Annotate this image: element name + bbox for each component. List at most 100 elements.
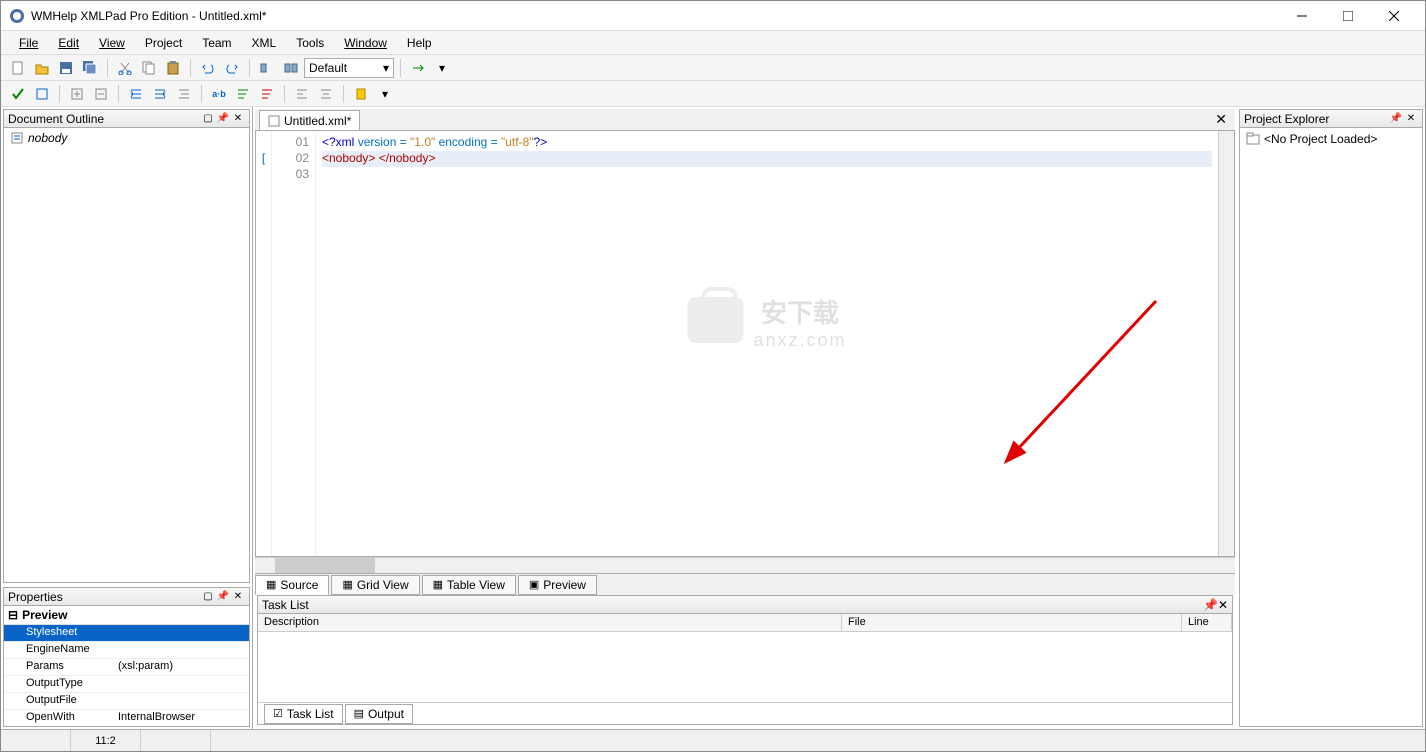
wellformed-icon[interactable]	[31, 83, 53, 105]
tasklist-close-icon[interactable]: ✕	[1218, 598, 1228, 612]
main-area: Document Outline ▢ 📌 ✕ nobody Properties…	[1, 107, 1425, 729]
open-file-icon[interactable]	[31, 57, 53, 79]
app-icon	[9, 8, 25, 24]
bottom-tab-output[interactable]: ▤ Output	[345, 704, 413, 724]
prop-params[interactable]: Params(xsl:param)	[4, 659, 249, 676]
prop-stylesheet[interactable]: Stylesheet	[4, 625, 249, 642]
bookmarks-icon[interactable]	[350, 83, 372, 105]
project-icon	[1246, 132, 1260, 146]
align-center-icon[interactable]	[315, 83, 337, 105]
col-description[interactable]: Description	[258, 614, 842, 631]
editor-tab-strip: Untitled.xml* ✕	[255, 109, 1235, 131]
col-file[interactable]: File	[842, 614, 1182, 631]
align-left-icon[interactable]	[291, 83, 313, 105]
transform-dd-icon[interactable]: ▾	[431, 57, 453, 79]
menu-file[interactable]: File	[9, 33, 48, 53]
close-button[interactable]	[1371, 1, 1417, 31]
comment-icon[interactable]	[232, 83, 254, 105]
center-column: Untitled.xml* ✕ [ 01 02 03 <?xml version…	[255, 109, 1235, 727]
schema2-icon[interactable]	[280, 57, 302, 79]
new-file-icon[interactable]	[7, 57, 29, 79]
schema-combo[interactable]: Default▾	[304, 58, 394, 78]
code-area[interactable]: <?xml version = "1.0" encoding = "utf-8"…	[316, 131, 1218, 556]
props-pin-icon[interactable]: 📌	[216, 590, 230, 604]
menu-edit[interactable]: Edit	[48, 33, 89, 53]
window-title: WMHelp XMLPad Pro Edition - Untitled.xml…	[31, 9, 1279, 23]
menu-project[interactable]: Project	[135, 33, 192, 53]
status-cell-3	[141, 730, 211, 751]
transform-icon[interactable]	[407, 57, 429, 79]
xml-file-icon	[268, 115, 280, 127]
save-icon[interactable]	[55, 57, 77, 79]
view-tab-preview[interactable]: ▣ Preview	[518, 575, 597, 595]
tasklist-pin-icon[interactable]: 📌	[1203, 598, 1218, 612]
copy-icon[interactable]	[138, 57, 160, 79]
outline-close-icon[interactable]: ✕	[231, 112, 245, 126]
cut-icon[interactable]	[114, 57, 136, 79]
pe-empty-node[interactable]: <No Project Loaded>	[1240, 128, 1422, 150]
maximize-button[interactable]	[1325, 1, 1371, 31]
menu-help[interactable]: Help	[397, 33, 442, 53]
prop-outputfile[interactable]: OutputFile	[4, 693, 249, 710]
status-cell-1	[1, 730, 71, 751]
outline-pin-icon[interactable]: 📌	[216, 112, 230, 126]
bottom-tab-tasklist[interactable]: ☑ Task List	[264, 704, 343, 724]
code-line-2[interactable]: <nobody> </nobody>	[322, 151, 1212, 167]
undo-icon[interactable]	[197, 57, 219, 79]
outline-float-icon[interactable]: ▢	[201, 112, 215, 126]
toolbar-main: Default▾ ▾	[1, 55, 1425, 81]
col-line[interactable]: Line	[1182, 614, 1232, 631]
menu-view[interactable]: View	[89, 33, 135, 53]
view-tab-table[interactable]: ▦ Table View	[422, 575, 516, 595]
ab-icon[interactable]: a·b	[208, 83, 230, 105]
file-tab-untitled[interactable]: Untitled.xml*	[259, 110, 360, 130]
menu-window[interactable]: Window	[334, 33, 397, 53]
format-icon[interactable]	[173, 83, 195, 105]
tasklist-body	[258, 632, 1232, 702]
save-all-icon[interactable]	[79, 57, 101, 79]
uncomment-icon[interactable]	[256, 83, 278, 105]
line-gutter: 01 02 03	[272, 131, 316, 556]
tab-close-button[interactable]: ✕	[1209, 111, 1233, 128]
menu-team[interactable]: Team	[192, 33, 241, 53]
prop-openwith[interactable]: OpenWithInternalBrowser	[4, 710, 249, 726]
app-window: WMHelp XMLPad Pro Edition - Untitled.xml…	[0, 0, 1426, 752]
properties-panel: Properties ▢ 📌 ✕ ⊟Preview Stylesheet Eng…	[3, 587, 250, 727]
left-column: Document Outline ▢ 📌 ✕ nobody Properties…	[1, 107, 253, 729]
indent-inc-icon[interactable]	[125, 83, 147, 105]
redo-icon[interactable]	[221, 57, 243, 79]
project-explorer-panel: Project Explorer 📌 ✕ <No Project Loaded>	[1239, 109, 1423, 727]
props-group-preview[interactable]: ⊟Preview	[4, 606, 249, 625]
menu-tools[interactable]: Tools	[286, 33, 334, 53]
expand-icon[interactable]	[66, 83, 88, 105]
collapse-icon[interactable]	[90, 83, 112, 105]
prop-outputtype[interactable]: OutputType	[4, 676, 249, 693]
prop-enginename[interactable]: EngineName	[4, 642, 249, 659]
minimize-button[interactable]	[1279, 1, 1325, 31]
tasklist-title: Task List	[262, 598, 1203, 612]
code-line-1[interactable]: <?xml version = "1.0" encoding = "utf-8"…	[322, 135, 1212, 151]
paste-icon[interactable]	[162, 57, 184, 79]
outline-root-node[interactable]: nobody	[4, 128, 249, 148]
outline-title: Document Outline	[8, 112, 200, 126]
view-tab-grid[interactable]: ▦ Grid View	[331, 575, 419, 595]
annotation-arrow	[996, 291, 1176, 471]
project-explorer-title: Project Explorer	[1244, 112, 1388, 126]
props-close-icon[interactable]: ✕	[231, 590, 245, 604]
pe-pin-icon[interactable]: 📌	[1389, 112, 1403, 126]
vertical-scrollbar[interactable]	[1218, 131, 1234, 556]
menubar: File Edit View Project Team XML Tools Wi…	[1, 31, 1425, 55]
menu-xml[interactable]: XML	[242, 33, 287, 53]
indent-dec-icon[interactable]	[149, 83, 171, 105]
code-editor[interactable]: [ 01 02 03 <?xml version = "1.0" encodin…	[255, 131, 1235, 557]
bookmarks-dd-icon[interactable]: ▾	[374, 83, 396, 105]
element-icon	[10, 131, 24, 145]
validate-icon[interactable]	[7, 83, 29, 105]
schema1-icon[interactable]	[256, 57, 278, 79]
horizontal-scrollbar[interactable]	[255, 557, 1235, 573]
code-line-3[interactable]	[322, 167, 1212, 183]
status-cell-main	[211, 730, 1425, 751]
view-tab-source[interactable]: ▦ Source	[255, 575, 329, 595]
pe-close-icon[interactable]: ✕	[1404, 112, 1418, 126]
props-float-icon[interactable]: ▢	[201, 590, 215, 604]
